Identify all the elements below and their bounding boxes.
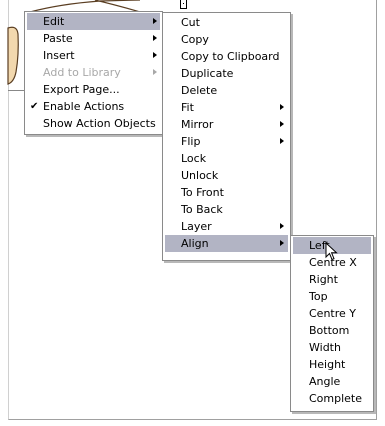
chevron-right-icon bbox=[280, 240, 284, 246]
align-item-width[interactable]: Width bbox=[293, 339, 371, 356]
edit-item-to-back[interactable]: To Back bbox=[165, 201, 288, 218]
menu-item-label: Align bbox=[181, 237, 209, 250]
align-item-top[interactable]: Top bbox=[293, 288, 371, 305]
chevron-right-icon bbox=[153, 69, 157, 75]
menu-item-label: Duplicate bbox=[181, 67, 234, 80]
align-item-centre-y[interactable]: Centre Y bbox=[293, 305, 371, 322]
menu-item-label: Layer bbox=[181, 220, 212, 233]
main-menu-item-edit[interactable]: Edit bbox=[27, 13, 160, 30]
edit-submenu: Cut Copy Copy to Clipboard Duplicate Delete F… bbox=[162, 12, 291, 261]
chevron-right-icon bbox=[280, 121, 284, 127]
edit-item-unlock[interactable]: Unlock bbox=[165, 167, 288, 184]
chevron-right-icon bbox=[153, 35, 157, 41]
menu-item-label: Centre Y bbox=[309, 307, 356, 320]
menu-item-label: Flip bbox=[181, 135, 201, 148]
menu-item-label: Export Page... bbox=[43, 83, 120, 96]
edit-item-copy[interactable]: Copy bbox=[165, 31, 288, 48]
edit-item-to-front[interactable]: To Front bbox=[165, 184, 288, 201]
menu-item-label: Paste bbox=[43, 32, 73, 45]
menu-item-label: Copy bbox=[181, 33, 209, 46]
menu-item-label: Edit bbox=[43, 15, 65, 28]
menu-item-label: To Front bbox=[181, 186, 224, 199]
menu-item-label: Unlock bbox=[181, 169, 219, 182]
align-item-bottom[interactable]: Bottom bbox=[293, 322, 371, 339]
menu-item-label: Right bbox=[309, 273, 338, 286]
chevron-right-icon bbox=[280, 223, 284, 229]
menu-item-label: Complete bbox=[309, 392, 363, 405]
menu-item-label: Lock bbox=[181, 152, 207, 165]
edit-item-mirror[interactable]: Mirror bbox=[165, 116, 288, 133]
chevron-right-icon bbox=[153, 18, 157, 24]
menu-item-label: Delete bbox=[181, 84, 218, 97]
menu-item-label: Mirror bbox=[181, 118, 214, 131]
edit-item-cut[interactable]: Cut bbox=[165, 14, 288, 31]
menu-item-label: Height bbox=[309, 358, 346, 371]
menu-item-label: Cut bbox=[181, 16, 200, 29]
edit-item-fit[interactable]: Fit bbox=[165, 99, 288, 116]
edit-item-delete[interactable]: Delete bbox=[165, 82, 288, 99]
edit-item-copy-to-clipboard[interactable]: Copy to Clipboard bbox=[165, 48, 288, 65]
checkmark-icon: ✔ bbox=[30, 101, 39, 112]
edit-item-layer[interactable]: Layer bbox=[165, 218, 288, 235]
application-window: Edit Paste Insert Add to Library Export Page… bbox=[0, 0, 385, 426]
main-menu-item-enable-actions[interactable]: ✔ Enable Actions bbox=[27, 98, 160, 115]
main-menu-item-insert[interactable]: Insert bbox=[27, 47, 160, 64]
chevron-right-icon bbox=[280, 138, 284, 144]
edit-item-lock[interactable]: Lock bbox=[165, 150, 288, 167]
main-menu-item-paste[interactable]: Paste bbox=[27, 30, 160, 47]
menu-item-label: To Back bbox=[181, 203, 223, 216]
menu-item-label: Enable Actions bbox=[43, 100, 125, 113]
main-menu-item-export-page[interactable]: Export Page... bbox=[27, 81, 160, 98]
chevron-right-icon bbox=[153, 52, 157, 58]
edit-item-align[interactable]: Align bbox=[165, 235, 288, 252]
menu-item-label: Angle bbox=[309, 375, 341, 388]
edit-item-duplicate[interactable]: Duplicate bbox=[165, 65, 288, 82]
menu-item-label: Show Action Objects bbox=[43, 117, 156, 130]
align-item-complete[interactable]: Complete bbox=[293, 390, 371, 407]
main-menu-item-show-action-objects[interactable]: Show Action Objects bbox=[27, 115, 160, 132]
main-menu-item-add-to-library[interactable]: Add to Library bbox=[27, 64, 160, 81]
menu-item-label: Insert bbox=[43, 49, 75, 62]
menu-item-label: Bottom bbox=[309, 324, 350, 337]
align-item-angle[interactable]: Angle bbox=[293, 373, 371, 390]
menu-item-label: Add to Library bbox=[43, 66, 121, 79]
menu-item-label: Top bbox=[309, 290, 328, 303]
arrow-pointer-icon bbox=[325, 242, 338, 261]
align-item-height[interactable]: Height bbox=[293, 356, 371, 373]
menu-item-label: Fit bbox=[181, 101, 194, 114]
menu-item-label: Copy to Clipboard bbox=[181, 50, 280, 63]
selection-handle[interactable] bbox=[180, 0, 187, 9]
edit-item-flip[interactable]: Flip bbox=[165, 133, 288, 150]
align-item-right[interactable]: Right bbox=[293, 271, 371, 288]
menu-item-label: Width bbox=[309, 341, 341, 354]
chevron-right-icon bbox=[280, 104, 284, 110]
context-menu: Edit Paste Insert Add to Library Export Page… bbox=[24, 11, 163, 135]
